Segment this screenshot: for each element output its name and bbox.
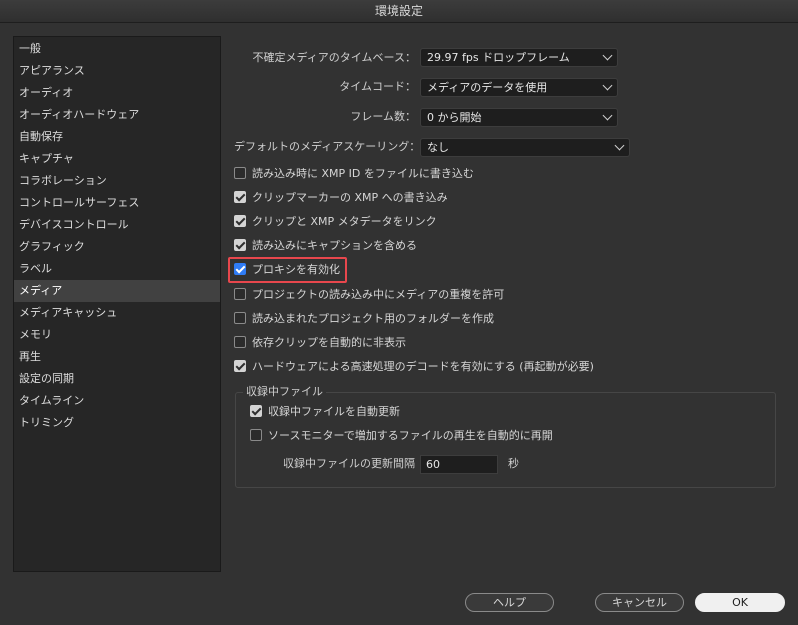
timecode-value: メディアのデータを使用 [427,81,548,94]
category-list: 一般 アピアランス オーディオ オーディオハードウェア 自動保存 キャプチャ コ… [13,36,221,572]
chevron-down-icon [602,80,613,91]
sidebar-item-control-surface[interactable]: コントロールサーフェス [14,192,220,214]
frame-count-label: フレーム数： [350,110,416,123]
auto-refresh-label: 収録中ファイルを自動更新 [268,405,400,418]
hide-dependent-clips-checkbox[interactable] [234,336,246,348]
sidebar-item-audio-hardware[interactable]: オーディオハードウェア [14,104,220,126]
frame-count-value: 0 から開始 [427,111,482,124]
allow-duplicate-media-checkbox[interactable] [234,288,246,300]
sidebar-item-media-cache[interactable]: メディアキャッシュ [14,302,220,324]
sidebar-item-memory[interactable]: メモリ [14,324,220,346]
sidebar-item-graphics[interactable]: グラフィック [14,236,220,258]
create-folder-checkbox[interactable] [234,312,246,324]
sidebar-item-sync-settings[interactable]: 設定の同期 [14,368,220,390]
auto-resume-checkbox[interactable] [250,429,262,441]
help-button[interactable]: ヘルプ [465,593,554,612]
scaling-value: なし [427,141,449,154]
timebase-label: 不確定メディアのタイムベース： [252,51,416,64]
chevron-down-icon [614,140,625,151]
sidebar-item-audio[interactable]: オーディオ [14,82,220,104]
refresh-interval-label: 収録中ファイルの更新間隔 [283,457,415,470]
sidebar-item-capture[interactable]: キャプチャ [14,148,220,170]
sidebar-item-collaboration[interactable]: コラボレーション [14,170,220,192]
sidebar-item-media[interactable]: メディア [14,280,220,302]
window-title: 環境設定 [0,0,798,23]
clip-marker-xmp-label: クリップマーカーの XMP への書き込み [252,191,448,204]
auto-resume-label: ソースモニターで増加するファイルの再生を自動的に再開 [268,429,553,442]
sidebar-item-trim[interactable]: トリミング [14,412,220,434]
timebase-value: 29.97 fps ドロップフレーム [427,51,570,64]
enable-proxies-checkbox[interactable] [234,263,246,275]
auto-refresh-checkbox[interactable] [250,405,262,417]
enable-proxies-label: プロキシを有効化 [252,263,340,276]
include-captions-checkbox[interactable] [234,239,246,251]
include-captions-label: 読み込みにキャプションを含める [252,239,417,252]
hardware-decode-checkbox[interactable] [234,360,246,372]
sidebar-item-labels[interactable]: ラベル [14,258,220,280]
write-xmp-id-checkbox[interactable] [234,167,246,179]
hardware-decode-label: ハードウェアによる高速処理のデコードを有効にする (再起動が必要) [252,360,594,373]
link-xmp-metadata-label: クリップと XMP メタデータをリンク [252,215,437,228]
timebase-select[interactable]: 29.97 fps ドロップフレーム [420,48,618,67]
create-folder-label: 読み込まれたプロジェクト用のフォルダーを作成 [252,312,494,325]
cancel-button[interactable]: キャンセル [595,593,684,612]
refresh-interval-input[interactable]: 60 [420,455,498,474]
hide-dependent-clips-label: 依存クリップを自動的に非表示 [252,336,406,349]
link-xmp-metadata-checkbox[interactable] [234,215,246,227]
scaling-select[interactable]: なし [420,138,630,157]
write-xmp-id-label: 読み込み時に XMP ID をファイルに書き込む [252,167,474,180]
sidebar-item-playback[interactable]: 再生 [14,346,220,368]
chevron-down-icon [602,110,613,121]
sidebar-item-autosave[interactable]: 自動保存 [14,126,220,148]
growing-files-title: 収録中ファイル [243,384,326,400]
refresh-interval-unit: 秒 [508,457,519,470]
allow-duplicate-media-label: プロジェクトの読み込み中にメディアの重複を許可 [252,288,505,301]
ok-button[interactable]: OK [695,593,785,612]
sidebar-item-general[interactable]: 一般 [14,38,220,60]
sidebar-item-appearance[interactable]: アピアランス [14,60,220,82]
frame-count-select[interactable]: 0 から開始 [420,108,618,127]
clip-marker-xmp-checkbox[interactable] [234,191,246,203]
sidebar-item-device-control[interactable]: デバイスコントロール [14,214,220,236]
sidebar-item-timeline[interactable]: タイムライン [14,390,220,412]
timecode-label: タイムコード： [339,80,416,93]
scaling-label: デフォルトのメディアスケーリング： [234,140,421,153]
chevron-down-icon [602,50,613,61]
timecode-select[interactable]: メディアのデータを使用 [420,78,618,97]
